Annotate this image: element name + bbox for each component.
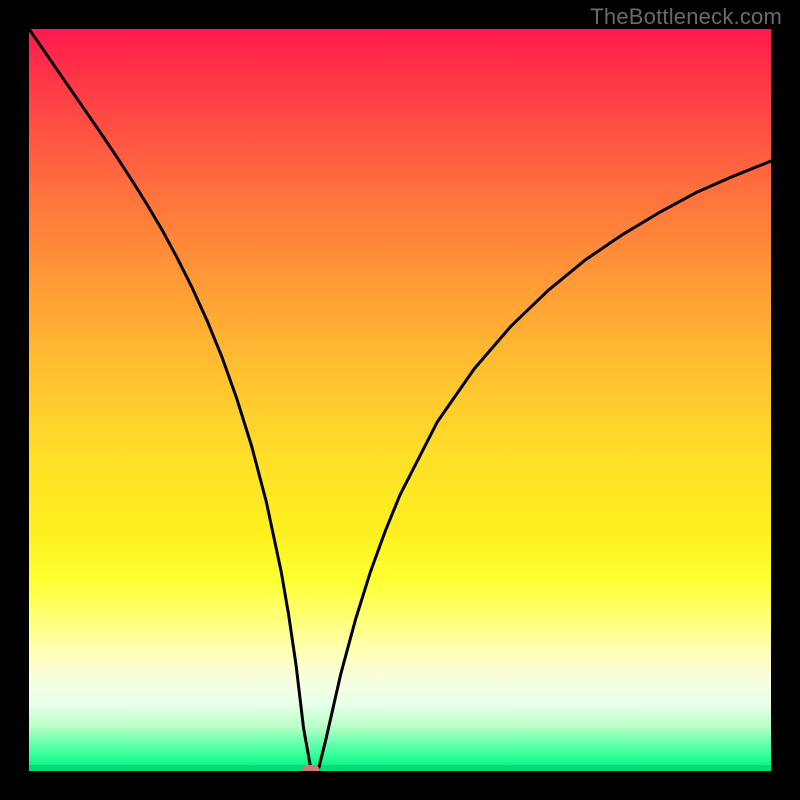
watermark-text: TheBottleneck.com (590, 4, 782, 30)
bottleneck-curve (29, 29, 771, 771)
optimal-point-marker (302, 765, 320, 771)
chart-plot-area (29, 29, 771, 771)
